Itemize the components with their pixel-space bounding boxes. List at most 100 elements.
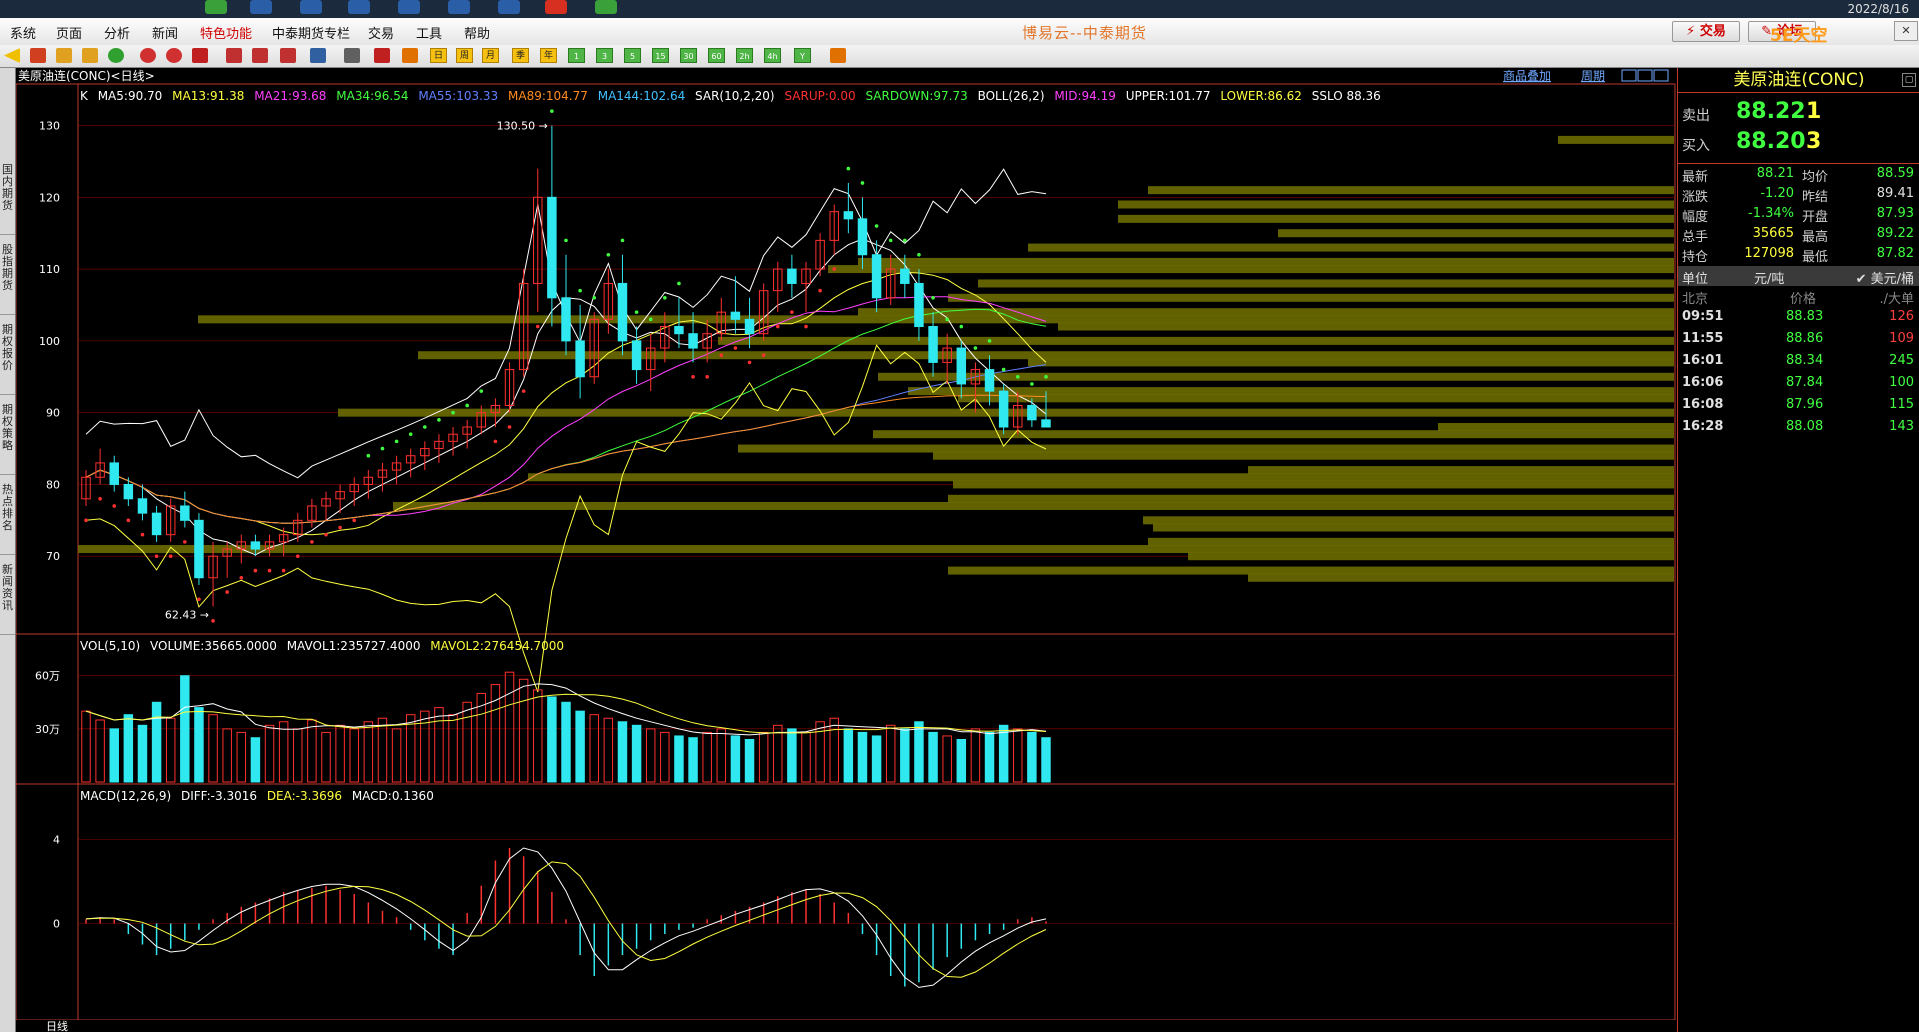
panel-close-icon[interactable]: ▢ <box>1902 73 1916 87</box>
menu-features[interactable]: 特色功能 <box>200 23 252 42</box>
sar-dot <box>380 446 385 451</box>
unit-usd-option[interactable]: ✔ 美元/桶 <box>1856 268 1914 287</box>
menu-tools[interactable]: 工具 <box>416 23 442 42</box>
tick-volume: 143 <box>1889 419 1914 434</box>
zoom-out-icon[interactable] <box>166 48 182 63</box>
back-icon[interactable] <box>4 48 20 63</box>
unit-cny-option[interactable]: 元/吨 <box>1754 268 1784 287</box>
chart-icon[interactable] <box>192 48 208 63</box>
overlay-link[interactable]: 商品叠加 <box>1503 68 1551 83</box>
volume-bar <box>377 717 388 783</box>
nav-tab-option-quotes[interactable]: 期权报价 <box>0 320 15 395</box>
app-icon-1[interactable] <box>205 0 227 14</box>
table-icon[interactable] <box>344 48 360 63</box>
period-year-button[interactable]: 年 <box>540 48 557 63</box>
buy-row: 买入 88.20 3 <box>1678 129 1919 159</box>
quote-stat-row: 持仓 127098 最低 87.82 <box>1678 244 1919 265</box>
app-icon-5[interactable] <box>398 0 420 14</box>
menu-system[interactable]: 系统 <box>10 23 36 42</box>
period-link[interactable]: 周期 <box>1581 69 1605 83</box>
calendar-icon[interactable] <box>830 48 846 63</box>
period-custom-button[interactable]: Y <box>794 48 811 63</box>
volume-bar <box>420 710 430 783</box>
app-icon-4[interactable] <box>348 0 370 14</box>
volume-bar <box>180 675 190 783</box>
tick-icon[interactable] <box>402 48 418 63</box>
menu-page[interactable]: 页面 <box>56 23 82 42</box>
eraser-icon[interactable] <box>252 48 268 63</box>
candle-body <box>787 268 797 284</box>
volume-bar <box>942 735 952 783</box>
period-1min-button[interactable]: 1 <box>568 48 585 63</box>
tick-price: 88.08 <box>1786 419 1824 434</box>
unit-row: 单位 元/吨 ✔ 美元/桶 <box>1678 266 1919 287</box>
candle-body <box>1041 419 1051 428</box>
kline-icon[interactable] <box>374 48 390 63</box>
volume-profile-bar <box>948 293 1674 302</box>
volume-bar <box>137 724 148 783</box>
volume-bar <box>264 724 275 783</box>
app-icon-7[interactable] <box>498 0 520 14</box>
close-window-button[interactable]: ✕ <box>1894 21 1918 41</box>
kline-chart[interactable]: 美原油连(CONC)<日线> 商品叠加 周期 K MA5:90.70 MA13:… <box>16 68 1676 1032</box>
zoom-in-icon[interactable] <box>140 48 156 63</box>
stat-label: 均价 <box>1802 170 1829 185</box>
period-60min-button[interactable]: 60 <box>708 48 725 63</box>
sar-dot <box>84 518 88 523</box>
app-icon-2[interactable] <box>250 0 272 14</box>
app-icon-9[interactable] <box>595 0 617 14</box>
nav-tab-news[interactable]: 新闻资讯 <box>0 560 15 635</box>
period-5min-button[interactable]: 5 <box>624 48 641 63</box>
period-3min-button[interactable]: 3 <box>596 48 613 63</box>
period-2h-button[interactable]: 2h <box>736 48 753 63</box>
app-icon-8[interactable] <box>545 0 567 14</box>
period-30min-button[interactable]: 30 <box>680 48 697 63</box>
pin-icon[interactable] <box>280 48 296 63</box>
sar-dot <box>451 410 455 415</box>
tick-list: 09:51 88.83 126 11:55 88.86 109 16:01 88.34 245 1… <box>1678 306 1919 438</box>
pen-icon[interactable] <box>226 48 242 63</box>
refresh-icon[interactable] <box>108 48 124 63</box>
book-icon[interactable] <box>56 48 72 63</box>
quote-title: 美原油连(CONC) ▢ <box>1678 68 1919 93</box>
menu-zhongtai-column[interactable]: 中泰期货专栏 <box>272 23 350 42</box>
nav-tab-hot-ranking[interactable]: 热点排名 <box>0 480 15 555</box>
volume-bar <box>631 724 642 783</box>
nav-tab-domestic-futures[interactable]: 国内期货 <box>0 160 15 235</box>
menu-trade[interactable]: 交易 <box>368 23 394 42</box>
grid-icon[interactable] <box>310 48 326 63</box>
volume-profile-bar <box>978 279 1674 288</box>
tick-row: 16:01 88.34 245 <box>1678 350 1919 372</box>
sar-dot <box>465 403 469 408</box>
volume-bar <box>504 671 515 783</box>
volume-profile-bar <box>78 545 1674 554</box>
period-week-button[interactable]: 周 <box>456 48 473 63</box>
menu-help[interactable]: 帮助 <box>464 23 490 42</box>
period-4h-button[interactable]: 4h <box>764 48 781 63</box>
volume-bar <box>674 735 684 783</box>
period-month-button[interactable]: 月 <box>482 48 499 63</box>
stat-label: 最高 <box>1802 230 1829 245</box>
home-icon[interactable] <box>30 48 46 63</box>
menu-analysis[interactable]: 分析 <box>104 23 130 42</box>
stat-label: 最低 <box>1802 250 1829 265</box>
app-icon-6[interactable] <box>448 0 470 14</box>
sar-dot <box>959 324 964 329</box>
period-season-button[interactable]: 季 <box>512 48 529 63</box>
buy-label: 买入 <box>1682 138 1710 154</box>
volume-bar <box>533 689 543 783</box>
volume-bar <box>984 731 995 783</box>
volume-axis-label: 30万 <box>35 723 60 736</box>
app-icon-3[interactable] <box>300 0 322 14</box>
period-15min-button[interactable]: 15 <box>652 48 669 63</box>
list-icon[interactable] <box>82 48 98 63</box>
candle-body <box>843 211 854 220</box>
period-day-button[interactable]: 日 <box>430 48 447 63</box>
candle-body <box>956 347 967 385</box>
nav-tab-index-futures[interactable]: 股指期货 <box>0 240 15 315</box>
chart-area[interactable]: 美原油连(CONC)<日线> 商品叠加 周期 K MA5:90.70 MA13:… <box>16 68 1676 1032</box>
quote-stat-row: 涨跌 -1.20 昨结 89.41 <box>1678 184 1919 205</box>
trade-button[interactable]: ⚡ 交易 <box>1672 21 1740 42</box>
menu-news[interactable]: 新闻 <box>152 23 178 42</box>
nav-tab-option-strategy[interactable]: 期权策略 <box>0 400 15 475</box>
